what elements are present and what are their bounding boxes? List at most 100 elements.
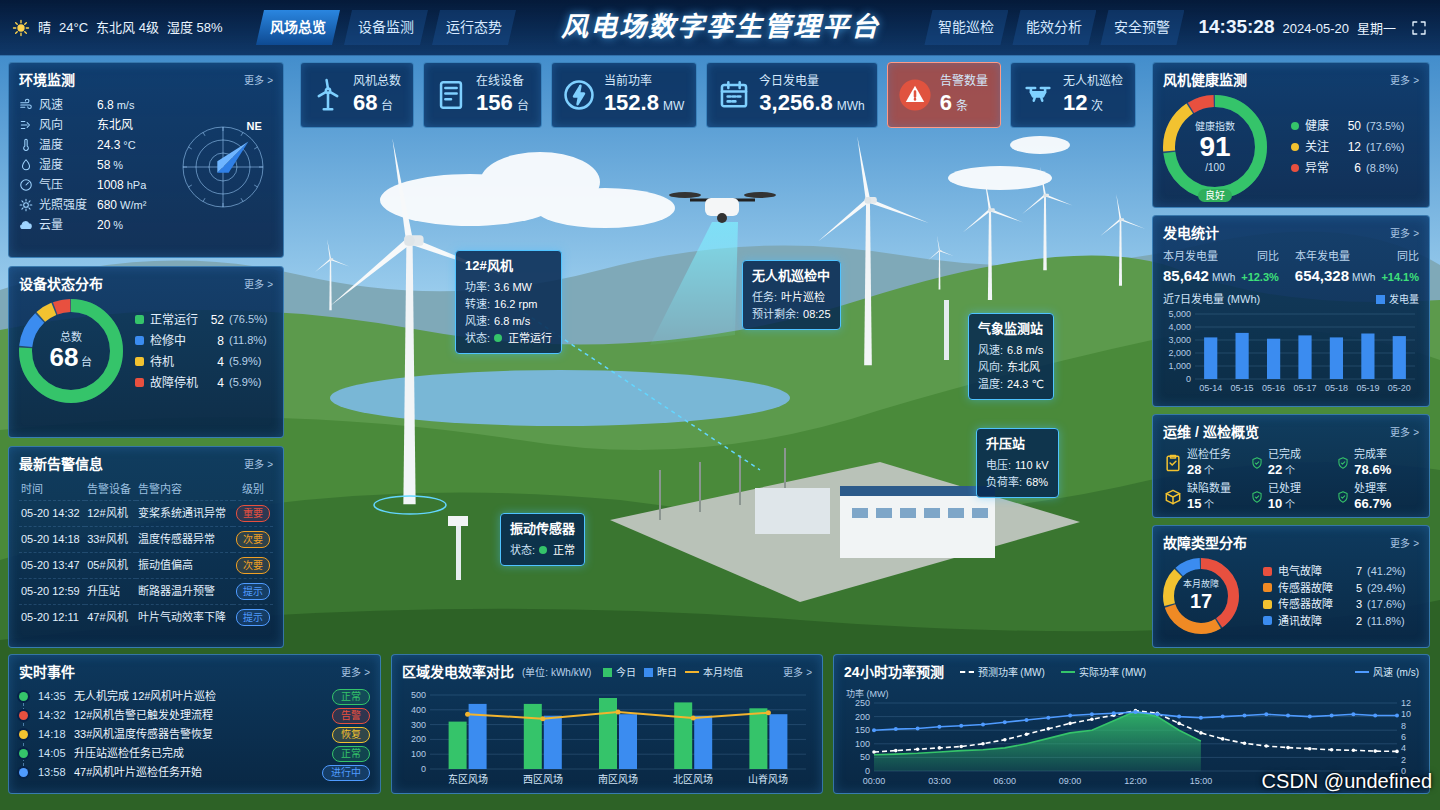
more-link[interactable]: 更多 > xyxy=(341,665,370,680)
kpi-card[interactable]: 当前功率152.8MW xyxy=(551,62,697,128)
legend-item: 关注12(17.6%) xyxy=(1291,137,1405,158)
legend-swatch xyxy=(1355,671,1369,673)
legend-item: 正常运行52(76.5%) xyxy=(135,309,268,330)
nav-tab[interactable]: 运行态势 xyxy=(432,10,516,45)
panel-title: 设备状态分布 xyxy=(19,274,103,295)
line-point xyxy=(1286,746,1290,750)
axis-tick: 12 xyxy=(1401,698,1411,708)
more-link[interactable]: 更多 > xyxy=(244,73,273,88)
alert-row[interactable]: 05-20 12:1147#风机叶片气动效率下降提示 xyxy=(19,604,273,630)
kpi-card[interactable]: 告警数量6条 xyxy=(887,62,1001,128)
line-point xyxy=(916,727,920,731)
axis-tick: 05-17 xyxy=(1293,383,1316,393)
warning-icon xyxy=(898,78,932,112)
kpi-value: 156 xyxy=(476,90,513,115)
alert-row[interactable]: 05-20 14:3212#风机变桨系统通讯异常重要 xyxy=(19,500,273,526)
panel-title: 实时事件 xyxy=(19,662,75,683)
alert-row[interactable]: 05-20 13:4705#风机振动值偏高次要 xyxy=(19,552,273,578)
more-link[interactable]: 更多 > xyxy=(1390,73,1419,88)
tab-label[interactable]: 风场总览 xyxy=(270,19,326,35)
tab-label[interactable]: 设备监测 xyxy=(358,19,414,35)
nav-tab[interactable]: 智能巡检 xyxy=(924,10,1008,45)
callout-title: 升压站 xyxy=(986,434,1049,454)
legend-swatch xyxy=(1291,122,1299,130)
bar xyxy=(599,698,617,769)
axis-tick: 2,000 xyxy=(1168,348,1191,358)
bar xyxy=(1361,333,1374,379)
metric-label: 已处理 xyxy=(1268,481,1301,495)
kpi-card[interactable]: 无人机巡检12次 xyxy=(1010,62,1136,128)
stat-value: 85,642 xyxy=(1163,267,1209,284)
metric-label: 缺陷数量 xyxy=(1187,481,1231,495)
fullscreen-icon xyxy=(1410,19,1428,37)
more-link[interactable]: 更多 > xyxy=(1390,425,1419,440)
legend-percent: (8.8%) xyxy=(1366,160,1398,177)
line-point xyxy=(981,723,985,727)
map-callout[interactable]: 无人机巡检中任务:叶片巡检预计剩余:08:25 xyxy=(742,260,841,330)
axis-tick: 06:00 xyxy=(994,776,1017,786)
axis-tick: 0 xyxy=(421,764,426,774)
donut-segment xyxy=(1169,101,1261,193)
axis-tick: 4 xyxy=(1401,743,1406,753)
alert-row[interactable]: 05-20 12:59升压站断路器温升预警提示 xyxy=(19,578,273,604)
generation-stat: 本月发电量同比85,642MWh+12.3% xyxy=(1163,248,1279,287)
more-link[interactable]: 更多 > xyxy=(783,667,812,678)
yoy-value: +14.1% xyxy=(1381,269,1419,286)
tab-label[interactable]: 安全预警 xyxy=(1114,19,1170,35)
event-status: 正常 xyxy=(341,748,361,759)
kpi-unit: 条 xyxy=(956,99,968,113)
kpi-value: 12 xyxy=(1063,90,1087,115)
event-row[interactable]: 14:3212#风机告警已触发处理流程告警 xyxy=(19,706,370,725)
event-row[interactable]: 14:1833#风机温度传感器告警恢复恢复 xyxy=(19,725,370,744)
env-row: 湿度58% xyxy=(19,155,173,175)
nav-tab[interactable]: 能效分析 xyxy=(1012,10,1096,45)
legend-label: 发电量 xyxy=(1389,292,1419,307)
tab-label[interactable]: 能效分析 xyxy=(1026,19,1082,35)
legend-count: 4 xyxy=(202,353,224,371)
kpi-unit: 台 xyxy=(381,99,393,113)
kpi-label: 在线设备 xyxy=(476,74,529,89)
column-header: 级别 xyxy=(242,483,264,495)
bar xyxy=(524,704,542,769)
map-callout[interactable]: 振动传感器状态:正常 xyxy=(500,513,585,566)
legend-item: 传感器故障5(29.4%) xyxy=(1263,580,1406,597)
more-link[interactable]: 更多 > xyxy=(1390,226,1419,241)
event-time: 14:05 xyxy=(38,745,74,762)
axis-tick: 400 xyxy=(411,705,426,715)
map-callout[interactable]: 12#风机功率:3.6 MW转速:16.2 rpm风速:6.8 m/s状态:正常… xyxy=(455,250,562,354)
legend-swatch xyxy=(644,668,653,677)
callout-value: 110 kV xyxy=(1015,457,1048,474)
legend-swatch xyxy=(1263,600,1272,609)
more-link[interactable]: 更多 > xyxy=(244,277,273,292)
legend-percent: (29.4%) xyxy=(1367,580,1406,597)
map-callout[interactable]: 气象监测站风速:6.8 m/s风向:东北风温度:24.3 ℃ xyxy=(968,313,1054,400)
event-row[interactable]: 14:35无人机完成 12#风机叶片巡检正常 xyxy=(19,687,370,706)
line-point xyxy=(1068,714,1072,718)
more-link[interactable]: 更多 > xyxy=(1390,536,1419,551)
more-link[interactable]: 更多 > xyxy=(244,457,273,472)
legend-label: 关注 xyxy=(1305,138,1339,156)
callout-value: 24.3 ℃ xyxy=(1007,376,1044,393)
dashboard: 晴24°C东北风 4级湿度 58%风场总览设备监测运行态势风电场数字孪生管理平台… xyxy=(0,0,1440,810)
nav-tab[interactable]: 设备监测 xyxy=(344,10,428,45)
event-row[interactable]: 13:5847#风机叶片巡检任务开始进行中 xyxy=(19,763,370,782)
kpi-card[interactable]: 今日发电量3,256.8MWh xyxy=(706,62,877,128)
alert-content: 振动值偏高 xyxy=(138,559,193,571)
legend-swatch xyxy=(1263,583,1272,592)
tab-label[interactable]: 智能巡检 xyxy=(938,19,994,35)
kpi-card[interactable]: 风机总数68台 xyxy=(300,62,414,128)
kpi-unit: 次 xyxy=(1091,99,1103,113)
alert-row[interactable]: 05-20 14:1833#风机温度传感器异常次要 xyxy=(19,526,273,552)
alert-level: 次要 xyxy=(243,534,263,545)
map-callout[interactable]: 升压站电压:110 kV负荷率:68% xyxy=(976,428,1059,498)
env-value: 1008 xyxy=(97,178,124,192)
env-row: 温度24.3°C xyxy=(19,135,173,155)
fullscreen-button[interactable] xyxy=(1410,19,1428,37)
env-label: 光照强度 xyxy=(39,196,97,214)
watermark: CSDN @undefined xyxy=(1262,766,1432,796)
event-row[interactable]: 14:05升压站巡检任务已完成正常 xyxy=(19,744,370,763)
nav-tab[interactable]: 风场总览 xyxy=(256,10,340,45)
kpi-card[interactable]: 在线设备156台 xyxy=(423,62,542,128)
nav-tab[interactable]: 安全预警 xyxy=(1100,10,1184,45)
tab-label[interactable]: 运行态势 xyxy=(446,19,502,35)
